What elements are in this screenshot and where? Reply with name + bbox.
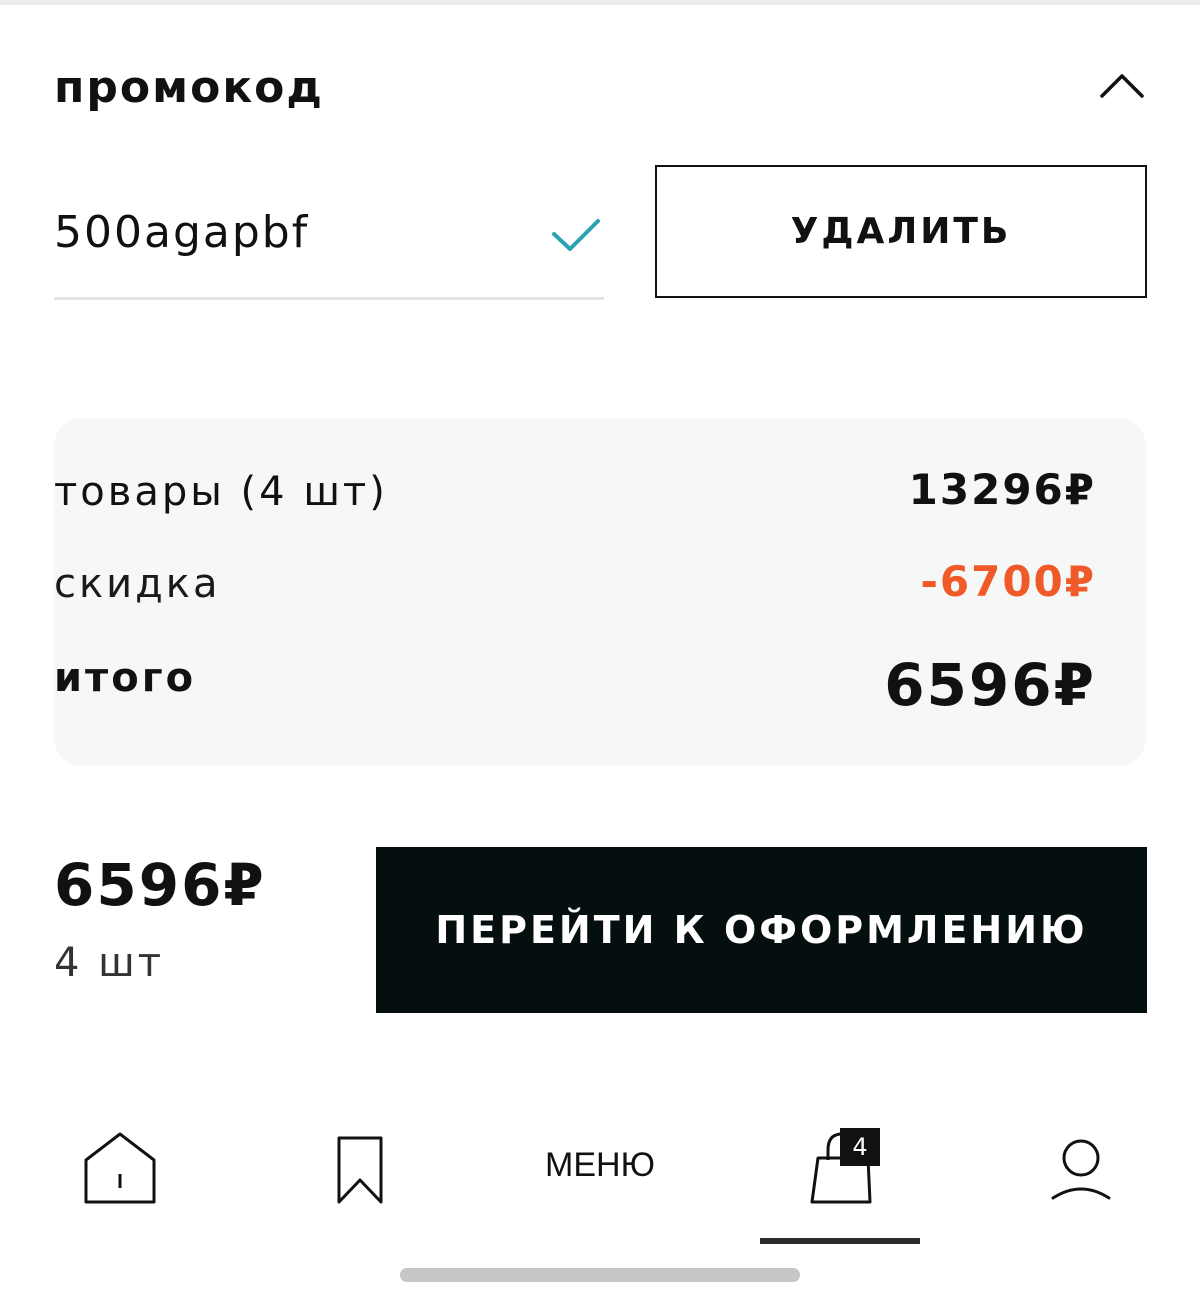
nav-menu[interactable]: МЕНЮ: [520, 1120, 680, 1220]
promo-code-value[interactable]: 500agapbf: [54, 206, 309, 260]
promo-code-field[interactable]: 500agapbf: [54, 192, 604, 300]
delete-promo-button[interactable]: УДАЛИТЬ: [655, 165, 1147, 298]
nav-favorites[interactable]: [330, 1120, 390, 1220]
checkout-button[interactable]: ПЕРЕЙТИ К ОФОРМЛЕНИЮ: [376, 847, 1147, 1013]
items-label: товары (4 шт): [54, 469, 388, 515]
promo-section-title: промокод: [54, 62, 324, 113]
checkout-price: 6596₽: [54, 851, 266, 919]
active-tab-indicator: [760, 1238, 920, 1244]
discount-amount: -6700₽: [920, 557, 1096, 606]
total-amount: 6596₽: [884, 651, 1096, 719]
nav-profile[interactable]: [1048, 1120, 1114, 1220]
top-divider: [0, 0, 1200, 5]
collapse-promo-button[interactable]: [1096, 66, 1148, 106]
nav-home[interactable]: [80, 1120, 160, 1220]
chevron-up-icon: [1100, 74, 1144, 98]
items-amount: 13296₽: [908, 465, 1096, 514]
checkout-quantity: 4 шт: [54, 940, 165, 986]
home-indicator-bar[interactable]: [400, 1268, 800, 1282]
bookmark-icon: [337, 1136, 383, 1204]
cart-count-badge: 4: [840, 1128, 880, 1166]
total-label: итого: [54, 655, 197, 701]
home-icon: [84, 1132, 156, 1204]
discount-label: скидка: [54, 561, 221, 607]
profile-icon: [1051, 1139, 1111, 1200]
check-icon: [552, 219, 600, 251]
